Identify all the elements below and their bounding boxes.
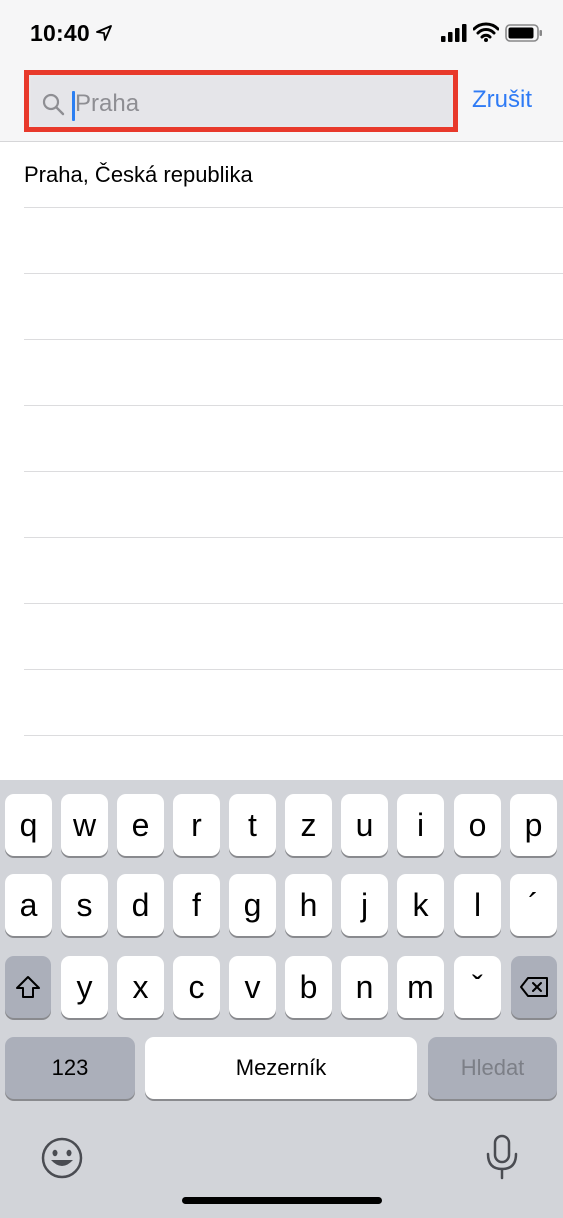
- backspace-icon: [520, 977, 548, 997]
- key-y[interactable]: y: [61, 956, 108, 1018]
- emoji-icon: [41, 1137, 83, 1179]
- space-key[interactable]: Mezerník: [145, 1037, 417, 1099]
- key-e[interactable]: e: [117, 794, 164, 856]
- key-v[interactable]: v: [229, 956, 276, 1018]
- dictation-button[interactable]: [482, 1134, 522, 1180]
- key-caron[interactable]: ˇ: [454, 956, 501, 1018]
- search-input[interactable]: [75, 82, 445, 126]
- results-list: Praha, Česká republika: [0, 142, 563, 736]
- search-box-highlight[interactable]: [24, 70, 458, 132]
- key-z[interactable]: z: [285, 794, 332, 856]
- keyboard: q w e r t z u i o p a s d f g h j k l ´ …: [0, 780, 563, 1218]
- key-n[interactable]: n: [341, 956, 388, 1018]
- key-d[interactable]: d: [117, 874, 164, 936]
- empty-row: [24, 538, 563, 604]
- key-c[interactable]: c: [173, 956, 220, 1018]
- empty-row: [24, 208, 563, 274]
- status-bar: 10:40: [0, 0, 563, 66]
- key-r[interactable]: r: [173, 794, 220, 856]
- emoji-button[interactable]: [40, 1136, 84, 1180]
- key-x[interactable]: x: [117, 956, 164, 1018]
- location-arrow-icon: [96, 25, 112, 41]
- key-j[interactable]: j: [341, 874, 388, 936]
- key-u[interactable]: u: [341, 794, 388, 856]
- result-label: Praha, Česká republika: [24, 161, 253, 187]
- key-p[interactable]: p: [510, 794, 557, 856]
- key-a[interactable]: a: [5, 874, 52, 936]
- key-q[interactable]: q: [5, 794, 52, 856]
- key-h[interactable]: h: [285, 874, 332, 936]
- empty-row: [24, 340, 563, 406]
- battery-icon: [505, 24, 542, 42]
- key-b[interactable]: b: [285, 956, 332, 1018]
- key-w[interactable]: w: [61, 794, 108, 856]
- shift-icon: [16, 976, 40, 998]
- cancel-button[interactable]: Zrušit: [472, 86, 532, 114]
- search-icon: [42, 93, 65, 116]
- key-i[interactable]: i: [397, 794, 444, 856]
- numbers-key[interactable]: 123: [5, 1037, 135, 1099]
- key-g[interactable]: g: [229, 874, 276, 936]
- key-l[interactable]: l: [454, 874, 501, 936]
- search-header: Zrušit: [0, 66, 563, 142]
- empty-row: [24, 472, 563, 538]
- status-time: 10:40: [30, 20, 90, 46]
- key-k[interactable]: k: [397, 874, 444, 936]
- key-f[interactable]: f: [173, 874, 220, 936]
- key-s[interactable]: s: [61, 874, 108, 936]
- key-acute-accent[interactable]: ´: [510, 874, 557, 936]
- search-key[interactable]: Hledat: [428, 1037, 557, 1099]
- key-o[interactable]: o: [454, 794, 501, 856]
- search-field[interactable]: [31, 77, 451, 126]
- list-item[interactable]: Praha, Česká republika: [24, 142, 563, 208]
- key-m[interactable]: m: [397, 956, 444, 1018]
- empty-row: [24, 670, 563, 736]
- empty-row: [24, 274, 563, 340]
- key-t[interactable]: t: [229, 794, 276, 856]
- shift-key[interactable]: [5, 956, 51, 1018]
- empty-row: [24, 604, 563, 670]
- empty-row: [24, 406, 563, 472]
- wifi-icon: [473, 22, 499, 42]
- cellular-signal-icon: [441, 24, 467, 42]
- backspace-key[interactable]: [511, 956, 557, 1018]
- microphone-icon: [486, 1134, 518, 1180]
- home-indicator[interactable]: [182, 1197, 382, 1204]
